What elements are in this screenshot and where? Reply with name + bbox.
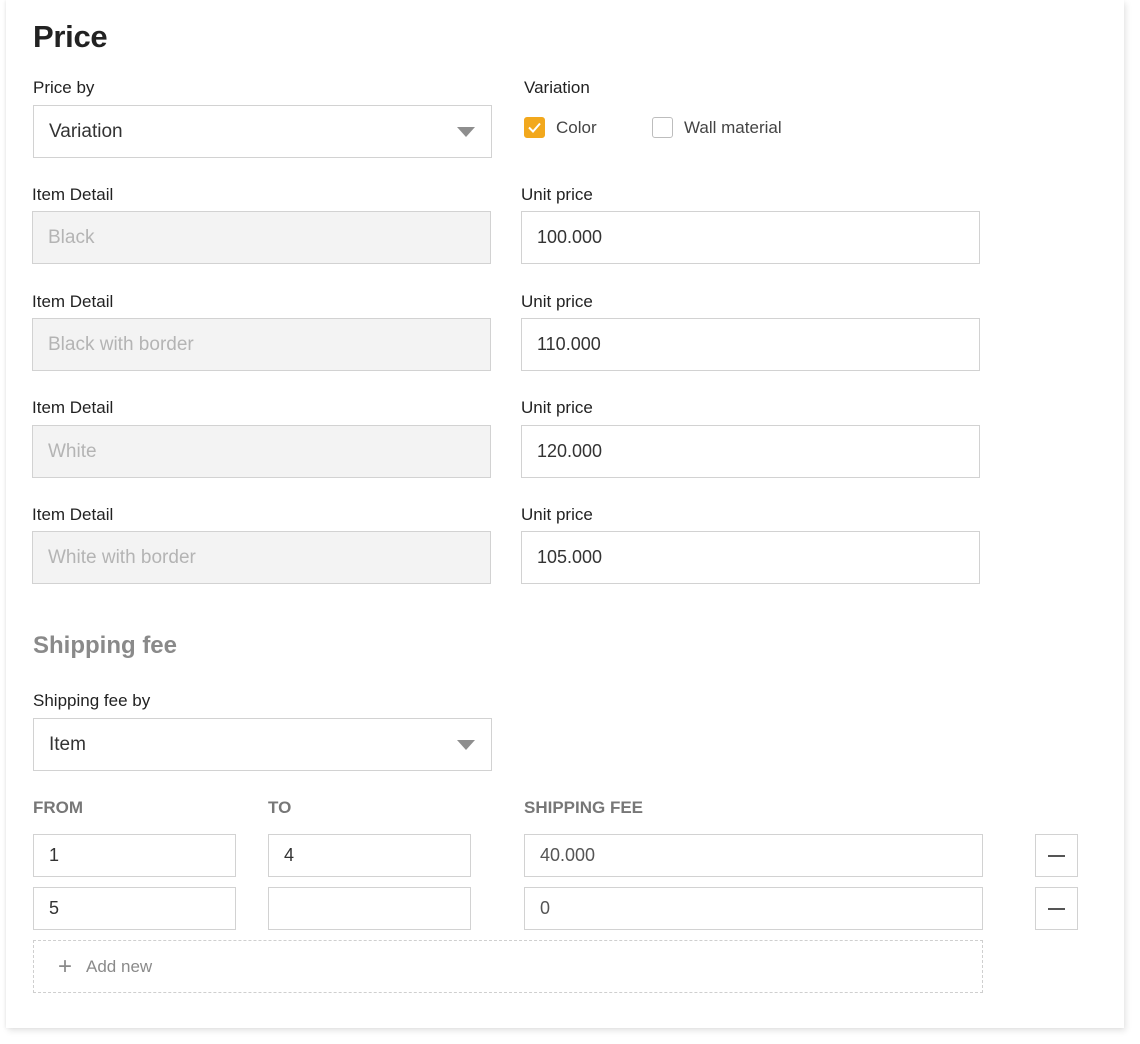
column-header-from: FROM <box>33 798 84 817</box>
plus-icon: + <box>58 952 73 980</box>
item-detail-label: Item Detail <box>32 398 114 417</box>
check-icon <box>528 122 541 133</box>
add-new-label: Add new <box>86 956 153 976</box>
add-new-button[interactable]: + Add new <box>33 940 983 993</box>
column-header-to: TO <box>268 798 292 817</box>
price-by-select[interactable]: Variation <box>33 105 492 158</box>
minus-icon <box>1048 907 1065 910</box>
minus-icon <box>1048 854 1065 857</box>
caret-down-icon <box>457 739 475 750</box>
shipping-fee-input[interactable]: 40.000 <box>524 834 983 877</box>
shipping-fee-by-label: Shipping fee by <box>33 691 151 710</box>
shipping-fee-input[interactable]: 0 <box>524 887 983 930</box>
unit-price-input[interactable]: 110.000 <box>521 318 980 371</box>
price-by-label: Price by <box>33 78 95 97</box>
column-header-shipping-fee: SHIPPING FEE <box>524 798 644 817</box>
remove-row-button[interactable] <box>1035 834 1078 877</box>
price-title: Price <box>33 19 108 54</box>
item-detail-field: White with border <box>32 531 491 584</box>
item-detail-field: Black with border <box>32 318 491 371</box>
price-by-value: Variation <box>49 120 123 142</box>
variation-wall-material-checkbox[interactable] <box>652 117 673 138</box>
unit-price-input[interactable]: 100.000 <box>521 211 980 264</box>
variation-color-label: Color <box>556 118 597 137</box>
item-detail-label: Item Detail <box>32 292 114 311</box>
variation-label: Variation <box>524 78 590 97</box>
from-input[interactable]: 5 <box>33 887 236 930</box>
unit-price-label: Unit price <box>521 292 593 311</box>
from-input[interactable]: 1 <box>33 834 236 877</box>
to-input[interactable] <box>268 887 471 930</box>
shipping-fee-title: Shipping fee <box>33 632 177 659</box>
shipping-fee-by-value: Item <box>49 733 86 755</box>
shipping-fee-by-select[interactable]: Item <box>33 718 492 771</box>
unit-price-input[interactable]: 105.000 <box>521 531 980 584</box>
to-input[interactable]: 4 <box>268 834 471 877</box>
unit-price-input[interactable]: 120.000 <box>521 425 980 478</box>
variation-wall-material-label: Wall material <box>684 118 782 137</box>
caret-down-icon <box>457 126 475 137</box>
unit-price-label: Unit price <box>521 398 593 417</box>
item-detail-label: Item Detail <box>32 505 114 524</box>
unit-price-label: Unit price <box>521 185 593 204</box>
unit-price-label: Unit price <box>521 505 593 524</box>
variation-color-checkbox[interactable] <box>524 117 545 138</box>
item-detail-field: White <box>32 425 491 478</box>
item-detail-field: Black <box>32 211 491 264</box>
item-detail-label: Item Detail <box>32 185 114 204</box>
remove-row-button[interactable] <box>1035 887 1078 930</box>
